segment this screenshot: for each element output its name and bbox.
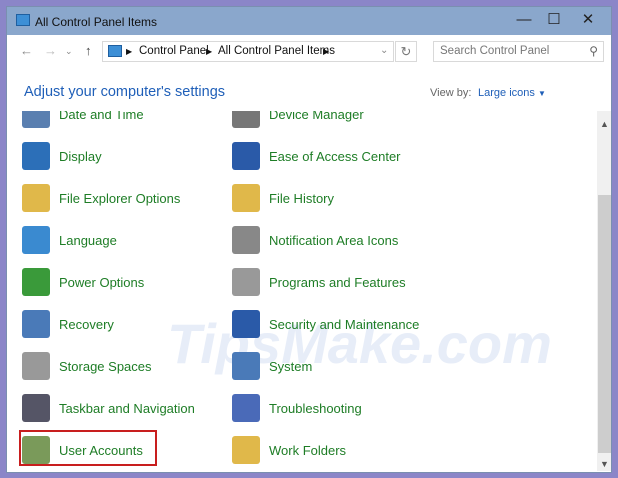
navigation-bar: ← → ⌄ ↑ ▶ Control Panel ▶ All Control Pa…: [7, 35, 611, 65]
item-device-manager[interactable]: Device Manager: [232, 111, 364, 131]
address-dropdown-icon[interactable]: ⌄: [380, 45, 388, 56]
item-label: Device Manager: [269, 111, 364, 122]
item-programs-and-features[interactable]: Programs and Features: [232, 265, 406, 299]
power-options-icon: [22, 268, 50, 296]
control-panel-icon: [16, 14, 30, 26]
scroll-up-icon[interactable]: ▲: [597, 119, 611, 129]
item-label: Taskbar and Navigation: [59, 400, 195, 416]
item-label: Language: [59, 232, 117, 248]
item-label: Storage Spaces: [59, 358, 152, 374]
item-label: User Accounts: [59, 442, 143, 458]
item-system[interactable]: System: [232, 349, 312, 383]
item-label: Recovery: [59, 316, 114, 332]
close-button[interactable]: ✕: [573, 10, 603, 30]
view-by-dropdown[interactable]: Large icons ▼: [478, 87, 546, 99]
chevron-right-icon: ▶: [206, 47, 213, 56]
item-label: Ease of Access Center: [269, 148, 401, 164]
items-list: TipsMake.com Date and Time Device Manager…: [7, 111, 595, 471]
recovery-icon: [22, 310, 50, 338]
item-label: System: [269, 358, 313, 374]
control-panel-icon: [108, 45, 122, 57]
item-date-and-time[interactable]: Date and Time: [22, 111, 144, 131]
view-by-label: View by:: [430, 87, 472, 99]
scrollbar-thumb[interactable]: [598, 195, 611, 453]
item-recovery[interactable]: Recovery: [22, 307, 114, 341]
vertical-scrollbar[interactable]: ▲ ▼: [597, 111, 611, 471]
item-language[interactable]: Language: [22, 223, 117, 257]
up-icon[interactable]: ↑: [85, 43, 92, 58]
date-and-time-icon: [22, 111, 50, 128]
troubleshooting-icon: [232, 394, 260, 422]
title-bar: All Control Panel Items — ☐ ✕: [7, 7, 611, 35]
item-label: Work Folders: [269, 442, 347, 458]
search-input[interactable]: Search Control Panel ⚲: [433, 41, 604, 62]
display-icon: [22, 142, 50, 170]
work-folders-icon: [232, 436, 260, 464]
search-icon[interactable]: ⚲: [589, 44, 598, 58]
user-accounts-icon: [22, 436, 50, 464]
item-file-explorer-options[interactable]: File Explorer Options: [22, 181, 180, 215]
item-user-accounts[interactable]: User Accounts: [22, 433, 143, 467]
item-power-options[interactable]: Power Options: [22, 265, 144, 299]
search-placeholder: Search Control Panel: [440, 45, 550, 57]
item-label: Troubleshooting: [269, 400, 362, 416]
language-icon: [22, 226, 50, 254]
breadcrumb-all-items[interactable]: All Control Panel Items: [218, 45, 335, 57]
item-file-history[interactable]: File History: [232, 181, 334, 215]
storage-spaces-icon: [22, 352, 50, 380]
notification-area-icons-icon: [232, 226, 260, 254]
control-panel-window: All Control Panel Items — ☐ ✕ ← → ⌄ ↑ ▶ …: [6, 6, 612, 473]
programs-and-features-icon: [232, 268, 260, 296]
item-troubleshooting[interactable]: Troubleshooting: [232, 391, 362, 425]
item-label: Notification Area Icons: [269, 232, 399, 248]
device-manager-icon: [232, 111, 260, 128]
item-work-folders[interactable]: Work Folders: [232, 433, 346, 467]
view-by-value: Large icons: [478, 87, 535, 99]
page-title: Adjust your computer's settings: [24, 84, 226, 100]
item-label: Programs and Features: [269, 274, 406, 290]
dropdown-arrow-icon: ▼: [537, 89, 546, 98]
item-ease-of-access-center[interactable]: Ease of Access Center: [232, 139, 401, 173]
item-storage-spaces[interactable]: Storage Spaces: [22, 349, 152, 383]
scroll-down-icon[interactable]: ▼: [597, 459, 611, 469]
item-display[interactable]: Display: [22, 139, 102, 173]
recent-dropdown-icon[interactable]: ⌄: [65, 46, 73, 57]
file-history-icon: [232, 184, 260, 212]
forward-icon[interactable]: →: [44, 43, 57, 58]
item-label: Date and Time: [59, 111, 144, 122]
item-taskbar-and-navigation[interactable]: Taskbar and Navigation: [22, 391, 195, 425]
address-bar[interactable]: ▶ Control Panel ▶ All Control Panel Item…: [102, 41, 394, 62]
item-notification-area-icons[interactable]: Notification Area Icons: [232, 223, 398, 257]
window-title: All Control Panel Items: [35, 15, 158, 29]
minimize-button[interactable]: —: [509, 10, 539, 30]
item-security-and-maintenance[interactable]: Security and Maintenance: [232, 307, 419, 341]
item-label: File Explorer Options: [59, 190, 181, 206]
system-icon: [232, 352, 260, 380]
item-label: Power Options: [59, 274, 145, 290]
refresh-button[interactable]: ↻: [395, 41, 417, 62]
chevron-right-icon: ▶: [323, 47, 330, 56]
item-label: Security and Maintenance: [269, 316, 420, 332]
breadcrumb-control-panel[interactable]: Control Panel: [139, 45, 209, 57]
item-label: File History: [269, 190, 335, 206]
maximize-button[interactable]: ☐: [539, 10, 569, 30]
taskbar-and-navigation-icon: [22, 394, 50, 422]
ease-of-access-center-icon: [232, 142, 260, 170]
file-explorer-options-icon: [22, 184, 50, 212]
back-icon[interactable]: ←: [20, 43, 33, 58]
item-label: Display: [59, 148, 102, 164]
chevron-right-icon: ▶: [126, 47, 133, 56]
security-and-maintenance-icon: [232, 310, 260, 338]
